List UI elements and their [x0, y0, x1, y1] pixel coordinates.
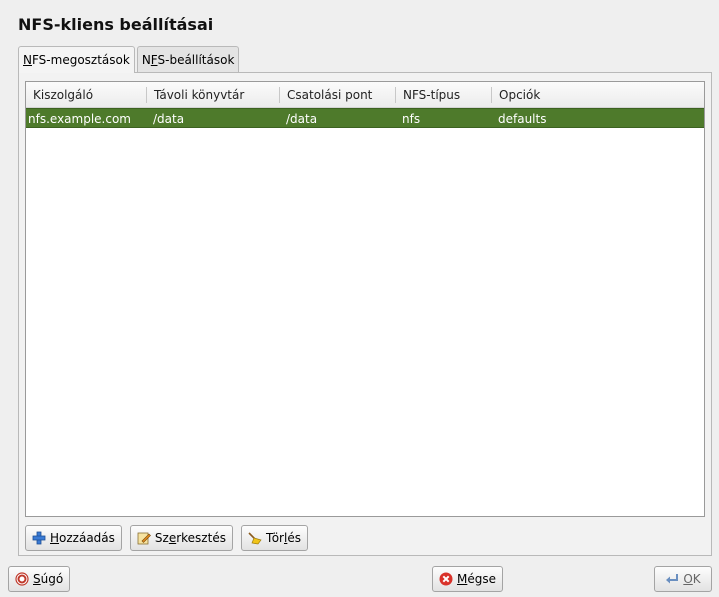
add-button-label: Hozzáadás [50, 531, 115, 545]
cancel-icon [439, 572, 453, 586]
broom-icon [248, 531, 262, 545]
delete-button[interactable]: Törlés [240, 525, 308, 551]
shares-table[interactable]: Kiszolgáló Távoli könyvtár Csatolási pon… [25, 81, 705, 517]
cancel-button[interactable]: Mégse [432, 566, 503, 592]
column-header-options[interactable]: Opciók [492, 87, 704, 103]
cell-remote-dir: /data [153, 112, 185, 126]
ok-button-label: OK [683, 572, 701, 586]
cell-options: defaults [498, 112, 547, 126]
tab-label-post: FS-megosztások [31, 53, 130, 67]
tab-panel: Kiszolgáló Távoli könyvtár Csatolási pon… [18, 72, 712, 556]
cell-server: nfs.example.com [28, 112, 131, 126]
add-button[interactable]: Hozzáadás [25, 525, 122, 551]
dialog-title: NFS-kliens beállításai [18, 15, 214, 34]
table-header: Kiszolgáló Távoli könyvtár Csatolási pon… [26, 82, 704, 108]
edit-document-icon [137, 531, 151, 545]
help-lifebuoy-icon [15, 572, 29, 586]
tab-bar: NFS-megosztások NFS-beállítások [18, 46, 241, 73]
help-button-label: Súgó [33, 572, 64, 586]
cell-mount-point: /data [286, 112, 318, 126]
column-header-nfs-type[interactable]: NFS-típus [396, 86, 492, 103]
cell-nfs-type: nfs [402, 112, 421, 126]
tab-label-post: S-beállítások [157, 53, 235, 67]
cancel-button-label: Mégse [457, 572, 496, 586]
column-header-server[interactable]: Kiszolgáló [26, 86, 147, 103]
table-row[interactable]: nfs.example.com /data /data nfs defaults [26, 108, 704, 128]
tab-nfs-shares[interactable]: NFS-megosztások [18, 46, 135, 73]
tab-accel: N [23, 53, 32, 67]
edit-button-label: Szerkesztés [154, 531, 226, 545]
delete-button-label: Törlés [265, 531, 301, 545]
enter-arrow-icon [665, 572, 679, 586]
column-header-remote-dir[interactable]: Távoli könyvtár [147, 86, 280, 103]
ok-button[interactable]: OK [654, 566, 712, 592]
edit-button[interactable]: Szerkesztés [129, 525, 233, 551]
help-button[interactable]: Súgó [8, 566, 71, 592]
plus-icon [32, 531, 46, 545]
tab-nfs-settings[interactable]: NFS-beállítások [136, 46, 240, 72]
tab-accel: F [150, 53, 158, 67]
column-header-mount-point[interactable]: Csatolási pont [280, 86, 396, 103]
table-action-buttons: Hozzáadás Szerkesztés Törlés [25, 525, 308, 551]
tab-label-pre: N [141, 53, 151, 67]
